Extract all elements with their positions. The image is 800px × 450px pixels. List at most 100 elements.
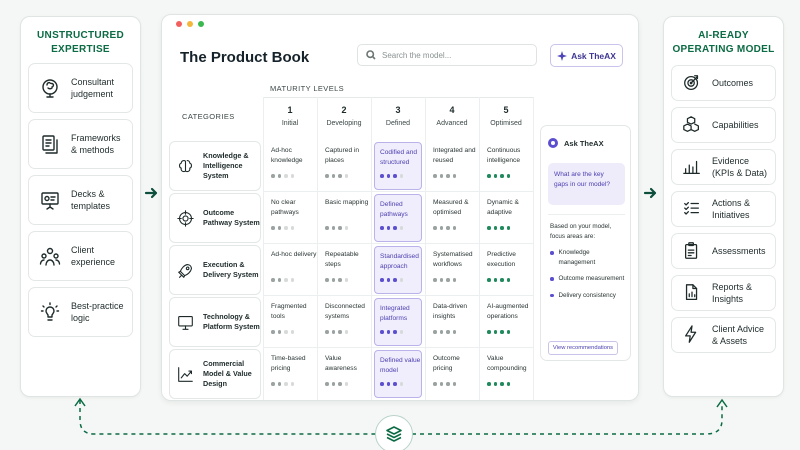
view-recommendations-button[interactable]: View recommendations bbox=[548, 341, 618, 355]
maturity-level-1-header[interactable]: 1 Initial bbox=[263, 105, 317, 127]
maturity-cell[interactable]: Basic mapping bbox=[317, 192, 371, 244]
maturity-dot bbox=[439, 278, 443, 282]
maturity-cell[interactable]: Value compounding bbox=[479, 348, 533, 400]
maturity-level-2-header[interactable]: 2 Developing bbox=[317, 105, 371, 127]
documents-icon bbox=[42, 135, 58, 154]
maturity-dot bbox=[331, 382, 335, 386]
maturity-level-5-header[interactable]: 5 Optimised bbox=[479, 105, 533, 127]
maturity-level-3-header[interactable]: 3 Defined bbox=[371, 105, 425, 127]
maturity-dot bbox=[344, 330, 348, 334]
maturity-dot bbox=[380, 382, 384, 386]
maturity-cell-text: Fragmented tools bbox=[271, 303, 307, 320]
category-outcome-pathway-system[interactable]: Outcome Pathway System bbox=[169, 193, 261, 243]
maturity-dots bbox=[487, 382, 510, 386]
grid-column-divider bbox=[371, 97, 372, 400]
focus-area-text: Knowledge management bbox=[558, 249, 596, 266]
maturity-cell[interactable]: Value awareness bbox=[317, 348, 371, 400]
maturity-dot bbox=[277, 330, 281, 334]
maturity-dots bbox=[271, 226, 294, 230]
maturity-cell[interactable]: Continuous intelligence bbox=[479, 140, 533, 192]
operating-model-item-outcomes[interactable]: Outcomes bbox=[671, 65, 776, 101]
maturity-cell[interactable]: Ad-hoc knowledge bbox=[263, 140, 317, 192]
maturity-cell[interactable]: Dynamic & adaptive bbox=[479, 192, 533, 244]
maturity-cell[interactable]: No clear pathways bbox=[263, 192, 317, 244]
maturity-cell[interactable]: Measured & optimised bbox=[425, 192, 479, 244]
expertise-item-client-experience[interactable]: Client experience bbox=[28, 231, 133, 281]
expertise-item-best-practice-logic[interactable]: Best-practice logic bbox=[28, 287, 133, 337]
maturity-dot bbox=[452, 330, 456, 334]
minimize-window-dot[interactable] bbox=[187, 21, 193, 27]
maturity-cell-text: Continuous intelligence bbox=[487, 147, 521, 164]
maturity-dot bbox=[271, 174, 275, 178]
maturity-cell-text: No clear pathways bbox=[271, 199, 299, 216]
maturity-cell-highlighted[interactable]: Defined pathways bbox=[374, 194, 422, 242]
maturity-dot bbox=[338, 226, 342, 230]
operating-model-item-evidence-kpis-data[interactable]: Evidence (KPIs & Data) bbox=[671, 149, 776, 185]
maturity-dots bbox=[433, 226, 456, 230]
maturity-cell[interactable]: Systematised workflows bbox=[425, 244, 479, 296]
maturity-cell[interactable]: Ad-hoc delivery bbox=[263, 244, 317, 296]
maturity-level-4-header[interactable]: 4 Advanced bbox=[425, 105, 479, 127]
maturity-cell[interactable]: Captured in places bbox=[317, 140, 371, 192]
maturity-cell[interactable]: Repeatable steps bbox=[317, 244, 371, 296]
maturity-dot bbox=[493, 278, 497, 282]
maturity-cell[interactable]: Fragmented tools bbox=[263, 296, 317, 348]
category-commercial-model-value-design[interactable]: Commercial Model & Value Design bbox=[169, 349, 261, 399]
maturity-cell[interactable]: Predictive execution bbox=[479, 244, 533, 296]
operating-model-item-assessments[interactable]: Assessments bbox=[671, 233, 776, 269]
maturity-dot bbox=[271, 278, 275, 282]
maturity-dots bbox=[325, 226, 348, 230]
maturity-cell[interactable]: AI-augmented operations bbox=[479, 296, 533, 348]
ask-theax-button[interactable]: Ask TheAX bbox=[550, 44, 623, 67]
category-technology-platform-system[interactable]: Technology & Platform System bbox=[169, 297, 261, 347]
bullet-icon bbox=[550, 251, 554, 255]
maturity-cell-highlighted[interactable]: Standardised approach bbox=[374, 246, 422, 294]
maturity-dots bbox=[433, 382, 456, 386]
maturity-cell-highlighted[interactable]: Integrated platforms bbox=[374, 298, 422, 346]
operating-model-item-capabilities[interactable]: Capabilities bbox=[671, 107, 776, 143]
arrow-right-icon bbox=[144, 186, 158, 200]
expertise-item-decks-templates[interactable]: Decks & templates bbox=[28, 175, 133, 225]
maturity-dot bbox=[393, 174, 397, 178]
category-label: Outcome Pathway System bbox=[203, 208, 260, 227]
operating-model-item-actions-initiatives[interactable]: Actions & Initiatives bbox=[671, 191, 776, 227]
search-input[interactable] bbox=[382, 50, 532, 60]
operating-model-item-client-advice-assets[interactable]: Client Advice & Assets bbox=[671, 317, 776, 353]
close-window-dot[interactable] bbox=[176, 21, 182, 27]
maturity-dot bbox=[433, 382, 437, 386]
maturity-cell-text: Predictive execution bbox=[487, 251, 516, 268]
search-box[interactable] bbox=[357, 44, 537, 66]
maturity-dot bbox=[284, 382, 288, 386]
grid-column-divider bbox=[533, 97, 534, 400]
maturity-dots bbox=[380, 278, 403, 282]
expertise-item-frameworks-methods[interactable]: Frameworks & methods bbox=[28, 119, 133, 169]
expertise-item-label: Client experience bbox=[71, 245, 116, 267]
category-knowledge-intelligence-system[interactable]: Knowledge & Intelligence System bbox=[169, 141, 261, 191]
maturity-cell[interactable]: Disconnected systems bbox=[317, 296, 371, 348]
maximize-window-dot[interactable] bbox=[198, 21, 204, 27]
maturity-cell[interactable]: Data-driven insights bbox=[425, 296, 479, 348]
category-execution-delivery-system[interactable]: Execution & Delivery System bbox=[169, 245, 261, 295]
expertise-item-label: Decks & templates bbox=[71, 189, 111, 211]
maturity-dot bbox=[331, 174, 335, 178]
maturity-dot bbox=[277, 226, 281, 230]
maturity-cell-text: Defined pathways bbox=[380, 201, 408, 218]
level-number: 5 bbox=[503, 105, 509, 115]
expertise-item-consultant-judgement[interactable]: Consultant judgement bbox=[28, 63, 133, 113]
maturity-dot bbox=[331, 330, 335, 334]
presentation-icon bbox=[41, 192, 59, 210]
operating-model-item-reports-insights[interactable]: Reports & Insights bbox=[671, 275, 776, 311]
maturity-cell-highlighted[interactable]: Defined value model bbox=[374, 350, 422, 398]
expertise-item-label: Best-practice logic bbox=[71, 301, 124, 323]
maturity-dot bbox=[338, 330, 342, 334]
maturity-cell-highlighted[interactable]: Codified and structured bbox=[374, 142, 422, 190]
maturity-dot bbox=[271, 382, 275, 386]
maturity-dot bbox=[452, 382, 456, 386]
ask-theax-label: Ask TheAX bbox=[571, 50, 616, 61]
maturity-dot bbox=[331, 226, 335, 230]
maturity-cell[interactable]: Outcome pricing bbox=[425, 348, 479, 400]
maturity-cell[interactable]: Time-based pricing bbox=[263, 348, 317, 400]
cubes-icon bbox=[683, 116, 699, 132]
maturity-cell[interactable]: Integrated and reused bbox=[425, 140, 479, 192]
maturity-dot bbox=[439, 174, 443, 178]
